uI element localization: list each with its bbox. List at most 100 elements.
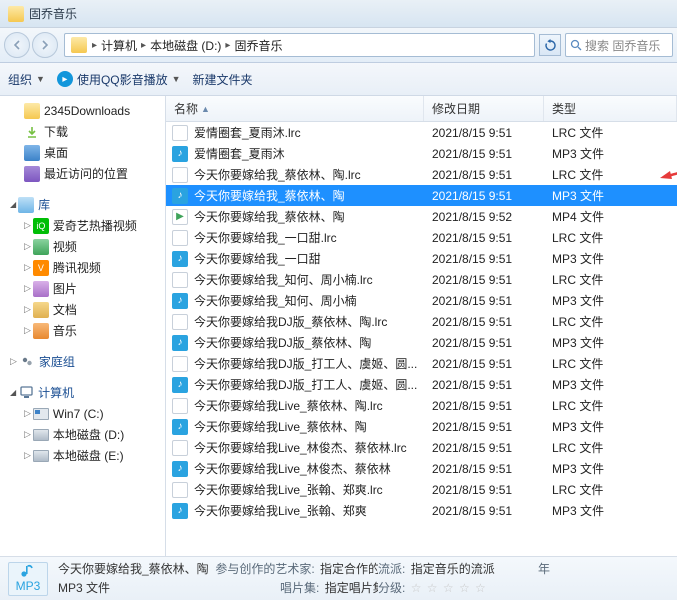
sidebar-item-music[interactable]: 音乐 [6, 320, 165, 341]
search-icon [570, 39, 582, 51]
main-area: 2345Downloads 下载 桌面 最近访问的位置 库 iQ爱奇艺热播视频 … [0, 96, 677, 556]
file-row[interactable]: ♪今天你要嫁给我_一口甜2021/8/15 9:51MP3 文件 [166, 248, 677, 269]
file-row[interactable]: 爱情圈套_夏雨沐.lrc2021/8/15 9:51LRC 文件 [166, 122, 677, 143]
file-name: 今天你要嫁给我_蔡依林、陶 [194, 187, 430, 204]
file-row[interactable]: ♪爱情圈套_夏雨沐2021/8/15 9:51MP3 文件 [166, 143, 677, 164]
file-row[interactable]: 今天你要嫁给我DJ版_蔡依林、陶.lrc2021/8/15 9:51LRC 文件 [166, 311, 677, 332]
chevron-down-icon: ▼ [36, 74, 45, 84]
file-row[interactable]: ♪今天你要嫁给我_蔡依林、陶2021/8/15 9:51MP3 文件 [166, 185, 677, 206]
refresh-button[interactable] [539, 34, 561, 56]
sidebar-item-disk-d[interactable]: 本地磁盘 (D:) [6, 424, 165, 445]
file-date: 2021/8/15 9:51 [430, 336, 550, 350]
organize-label: 组织 [8, 71, 32, 88]
file-row[interactable]: ♪今天你要嫁给我DJ版_蔡依林、陶2021/8/15 9:51MP3 文件 [166, 332, 677, 353]
lrc-file-icon [172, 167, 188, 183]
sidebar-item-win7[interactable]: Win7 (C:) [6, 403, 165, 424]
sidebar-item-document[interactable]: 文档 [6, 299, 165, 320]
file-row[interactable]: 今天你要嫁给我DJ版_打工人、虞姬、圆...2021/8/15 9:51LRC … [166, 353, 677, 374]
picture-icon [33, 281, 49, 297]
qq-icon: ▸ [57, 71, 73, 87]
music-note-icon [19, 564, 37, 578]
column-name[interactable]: 名称▲ [166, 96, 424, 121]
file-row[interactable]: 今天你要嫁给我Live_林俊杰、蔡依林.lrc2021/8/15 9:51LRC… [166, 437, 677, 458]
toolbar: 组织 ▼ ▸ 使用QQ影音播放 ▼ 新建文件夹 [0, 63, 677, 96]
mp3-file-icon: ♪ [172, 419, 188, 435]
file-name: 爱情圈套_夏雨沐.lrc [194, 124, 430, 141]
status-filetype: MP3 文件 [58, 581, 110, 595]
chevron-right-icon: ▸ [140, 40, 147, 51]
sidebar-item-iqiyi[interactable]: iQ爱奇艺热播视频 [6, 215, 165, 236]
file-name: 今天你要嫁给我_蔡依林、陶 [194, 208, 430, 225]
file-list[interactable]: 爱情圈套_夏雨沐.lrc2021/8/15 9:51LRC 文件♪爱情圈套_夏雨… [166, 122, 677, 556]
mp3-file-icon: ♪ [172, 188, 188, 204]
file-date: 2021/8/15 9:51 [430, 357, 550, 371]
breadcrumb-folder[interactable]: 固乔音乐 [231, 37, 285, 54]
lrc-file-icon [172, 398, 188, 414]
file-row[interactable]: 今天你要嫁给我_蔡依林、陶.lrc2021/8/15 9:51LRC 文件 [166, 164, 677, 185]
sidebar-group-homegroup[interactable]: 家庭组 [6, 351, 165, 372]
breadcrumb-computer[interactable]: 计算机 [98, 37, 140, 54]
file-name: 今天你要嫁给我_一口甜 [194, 250, 430, 267]
file-row[interactable]: ♪今天你要嫁给我DJ版_打工人、虞姬、圆...2021/8/15 9:51MP3… [166, 374, 677, 395]
sidebar-item-picture[interactable]: 图片 [6, 278, 165, 299]
sidebar-item-downloads[interactable]: 下载 [6, 121, 165, 142]
file-date: 2021/8/15 9:51 [430, 273, 550, 287]
download-icon [24, 124, 40, 140]
column-type[interactable]: 类型 [544, 96, 677, 121]
file-row[interactable]: ▶今天你要嫁给我_蔡依林、陶2021/8/15 9:52MP4 文件 [166, 206, 677, 227]
file-name: 今天你要嫁给我Live_蔡依林、陶 [194, 418, 430, 435]
new-folder-button[interactable]: 新建文件夹 [193, 71, 253, 88]
drive-icon [33, 429, 49, 441]
file-date: 2021/8/15 9:51 [430, 483, 550, 497]
address-bar[interactable]: ▸ 计算机 ▸ 本地磁盘 (D:) ▸ 固乔音乐 [64, 33, 535, 57]
file-row[interactable]: 今天你要嫁给我_一口甜.lrc2021/8/15 9:51LRC 文件 [166, 227, 677, 248]
lrc-file-icon [172, 314, 188, 330]
file-name: 今天你要嫁给我_知何、周小楠.lrc [194, 271, 430, 288]
file-type: MP3 文件 [550, 250, 677, 267]
file-date: 2021/8/15 9:52 [430, 210, 550, 224]
back-button[interactable] [4, 32, 30, 58]
file-name: 今天你要嫁给我DJ版_打工人、虞姬、圆... [194, 355, 430, 372]
sidebar-group-computer[interactable]: 计算机 [6, 382, 165, 403]
file-type: LRC 文件 [550, 124, 677, 141]
file-row[interactable]: ♪今天你要嫁给我_知何、周小楠2021/8/15 9:51MP3 文件 [166, 290, 677, 311]
file-type: LRC 文件 [550, 397, 677, 414]
search-box[interactable]: 搜索 固乔音乐 [565, 33, 673, 57]
sidebar-item-video[interactable]: 视频 [6, 236, 165, 257]
folder-icon [71, 37, 87, 53]
lrc-file-icon [172, 482, 188, 498]
file-date: 2021/8/15 9:51 [430, 504, 550, 518]
file-type: MP3 文件 [550, 187, 677, 204]
qq-play-label: 使用QQ影音播放 [77, 71, 168, 88]
file-type: LRC 文件 [550, 439, 677, 456]
mp3-file-icon: ♪ [172, 503, 188, 519]
breadcrumb-drive[interactable]: 本地磁盘 (D:) [147, 37, 224, 54]
title-bar: 固乔音乐 [0, 0, 677, 28]
forward-button[interactable] [32, 32, 58, 58]
sidebar-item-disk-e[interactable]: 本地磁盘 (E:) [6, 445, 165, 466]
sidebar-item-tencent[interactable]: V腾讯视频 [6, 257, 165, 278]
mp3-file-icon: ♪ [172, 251, 188, 267]
file-row[interactable]: ♪今天你要嫁给我Live_蔡依林、陶2021/8/15 9:51MP3 文件 [166, 416, 677, 437]
file-row[interactable]: 今天你要嫁给我Live_蔡依林、陶.lrc2021/8/15 9:51LRC 文… [166, 395, 677, 416]
column-date[interactable]: 修改日期 [424, 96, 544, 121]
sidebar-item-desktop[interactable]: 桌面 [6, 142, 165, 163]
sidebar-item-recent[interactable]: 最近访问的位置 [6, 163, 165, 184]
chevron-down-icon: ▼ [172, 74, 181, 84]
organize-menu[interactable]: 组织 ▼ [8, 71, 45, 88]
sidebar-group-libraries[interactable]: 库 [6, 194, 165, 215]
qq-play-button[interactable]: ▸ 使用QQ影音播放 ▼ [57, 71, 181, 88]
file-row[interactable]: 今天你要嫁给我Live_张翰、郑爽.lrc2021/8/15 9:51LRC 文… [166, 479, 677, 500]
file-row[interactable]: ♪今天你要嫁给我Live_张翰、郑爽2021/8/15 9:51MP3 文件 [166, 500, 677, 521]
file-name: 今天你要嫁给我DJ版_打工人、虞姬、圆... [194, 376, 430, 393]
mp3-file-icon: ♪ [172, 335, 188, 351]
file-type: LRC 文件 [550, 166, 677, 183]
lrc-file-icon [172, 356, 188, 372]
sidebar-item-2345downloads[interactable]: 2345Downloads [6, 100, 165, 121]
arrow-left-icon [11, 39, 23, 51]
document-icon [33, 302, 49, 318]
file-row[interactable]: ♪今天你要嫁给我Live_林俊杰、蔡依林2021/8/15 9:51MP3 文件 [166, 458, 677, 479]
file-row[interactable]: 今天你要嫁给我_知何、周小楠.lrc2021/8/15 9:51LRC 文件 [166, 269, 677, 290]
file-date: 2021/8/15 9:51 [430, 294, 550, 308]
rating-stars[interactable]: ☆ ☆ ☆ ☆ ☆ [411, 581, 487, 595]
